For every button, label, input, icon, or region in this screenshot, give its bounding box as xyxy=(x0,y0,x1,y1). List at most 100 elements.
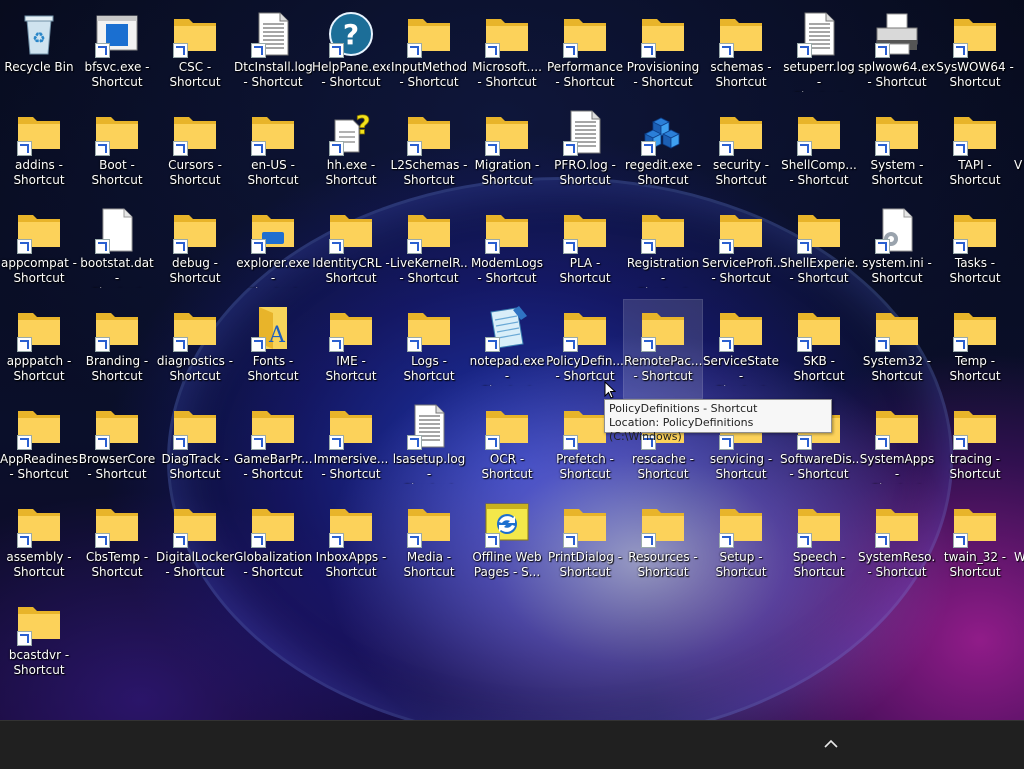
folder-icon xyxy=(795,500,843,548)
desktop-icon-fonts[interactable]: A Fonts - Shortcut xyxy=(234,300,312,398)
desktop-icon-label: TAPI - Shortcut xyxy=(949,158,1001,187)
desktop-icon-immersive[interactable]: Immersive... - Shortcut xyxy=(312,398,390,496)
desktop-icon-cursors[interactable]: Cursors - Shortcut xyxy=(156,104,234,202)
desktop-icon-tapi[interactable]: TAPI - Shortcut xyxy=(936,104,1014,202)
desktop-icon-en[interactable]: en-US - Shortcut xyxy=(234,104,312,202)
desktop-icon-pfro[interactable]: PFRO.log - Shortcut xyxy=(546,104,624,202)
shortcut-arrow-icon xyxy=(251,43,266,58)
desktop-icon-cbstemp[interactable]: CbsTemp - Shortcut xyxy=(78,496,156,594)
desktop-icon-l2schemas[interactable]: L2Schemas - Shortcut xyxy=(390,104,468,202)
desktop-icon-hh[interactable]: ? hh.exe - Shortcut xyxy=(312,104,390,202)
desktop-icon-provisioning[interactable]: Provisioning - Shortcut xyxy=(624,6,702,104)
desktop-icon-registration[interactable]: Registration - Shortcut xyxy=(624,202,702,300)
chevron-up-icon[interactable] xyxy=(821,736,841,752)
shortcut-arrow-icon xyxy=(17,533,32,548)
desktop-icon-systemreso[interactable]: SystemReso... - Shortcut xyxy=(858,496,936,594)
desktop-icon-splwow64[interactable]: splwow64.exe - Shortcut xyxy=(858,6,936,104)
desktop-icon-label: system.ini - Shortcut xyxy=(862,256,932,285)
desktop-icon-tasks[interactable]: Tasks - Shortcut xyxy=(936,202,1014,300)
desktop[interactable]: ♻ Recycle Bin bfsvc.exe - Shortcut CSC - Sh… xyxy=(0,0,1024,720)
desktop-icon-addins[interactable]: addins - Shortcut xyxy=(0,104,78,202)
desktop-icon-system32[interactable]: System32 - Shortcut xyxy=(858,300,936,398)
desktop-icon-label: System32 - Shortcut xyxy=(862,354,932,383)
desktop-icon-boot[interactable]: Boot - Shortcut xyxy=(78,104,156,202)
desktop-icon-ime[interactable]: IME - Shortcut xyxy=(312,300,390,398)
desktop-icon-regedit[interactable]: regedit.exe - Shortcut xyxy=(624,104,702,202)
desktop-icon-identitycrl[interactable]: IdentityCRL - Shortcut xyxy=(312,202,390,300)
desktop-icon-media[interactable]: Media - Shortcut xyxy=(390,496,468,594)
desktop-icon-pla[interactable]: PLA - Shortcut xyxy=(546,202,624,300)
desktop-icon-diagnostics[interactable]: diagnostics - Shortcut xyxy=(156,300,234,398)
desktop-icon-performance[interactable]: Performance - Shortcut xyxy=(546,6,624,104)
desktop-icon-label: IdentityCRL - Shortcut xyxy=(312,256,390,285)
desktop-icon-temp[interactable]: Temp - Shortcut xyxy=(936,300,1014,398)
desktop-icon-printdialog[interactable]: PrintDialog - Shortcut xyxy=(546,496,624,594)
desktop-icon-lsasetup[interactable]: lsasetup.log - Shortcut xyxy=(390,398,468,496)
desktop-icon-label: Boot - Shortcut xyxy=(91,158,143,187)
desktop-icon-label: Cursors - Shortcut xyxy=(168,158,222,187)
desktop-icon-microsoft[interactable]: Microsoft.... - Shortcut xyxy=(468,6,546,104)
desktop-icon-inputmethod[interactable]: InputMethod - Shortcut xyxy=(390,6,468,104)
desktop-icon-bfsvc[interactable]: bfsvc.exe - Shortcut xyxy=(78,6,156,104)
shortcut-arrow-icon xyxy=(953,533,968,548)
desktop-icon-explorer[interactable]: explorer.exe - Shortcut xyxy=(234,202,312,300)
shortcut-arrow-icon xyxy=(173,435,188,450)
desktop-icon-ocr[interactable]: OCR - Shortcut xyxy=(468,398,546,496)
desktop-icon-globalization[interactable]: Globalization - Shortcut xyxy=(234,496,312,594)
desktop-icon-schemas[interactable]: schemas - Shortcut xyxy=(702,6,780,104)
desktop-icon-tracing[interactable]: tracing - Shortcut xyxy=(936,398,1014,496)
desktop-icon-livekernelr[interactable]: LiveKernelR... - Shortcut xyxy=(390,202,468,300)
desktop-icon-resources[interactable]: Resources - Shortcut xyxy=(624,496,702,594)
desktop-icon-migration[interactable]: Migration - Shortcut xyxy=(468,104,546,202)
desktop-icon-servicestate[interactable]: ServiceState - Shortcut xyxy=(702,300,780,398)
regedit-icon xyxy=(639,108,687,156)
desktop-icon-assembly[interactable]: assembly - Shortcut xyxy=(0,496,78,594)
desktop-icon-system[interactable]: System - Shortcut xyxy=(858,104,936,202)
desktop-icon-recycle[interactable]: ♻ Recycle Bin xyxy=(0,6,78,104)
desktop-icon-gamebarpr[interactable]: GameBarPr... - Shortcut xyxy=(234,398,312,496)
shortcut-arrow-icon xyxy=(563,435,578,450)
desktop-icon-logs[interactable]: Logs - Shortcut xyxy=(390,300,468,398)
shortcut-arrow-icon xyxy=(953,141,968,156)
desktop-icon-dtcinstall[interactable]: DtcInstall.log - Shortcut xyxy=(234,6,312,104)
desktop-icon-helppane[interactable]: ? HelpPane.exe - Shortcut xyxy=(312,6,390,104)
desktop-icon-serviceprofi[interactable]: ServiceProfi... - Shortcut xyxy=(702,202,780,300)
desktop-icon-inboxapps[interactable]: InboxApps - Shortcut xyxy=(312,496,390,594)
desktop-icon-browsercore[interactable]: BrowserCore - Shortcut xyxy=(78,398,156,496)
desktop-icon-security[interactable]: security - Shortcut xyxy=(702,104,780,202)
desktop-icon-label: BrowserCore - Shortcut xyxy=(78,452,156,481)
desktop-icon-setuperr[interactable]: setuperr.log - Shortcut xyxy=(780,6,858,104)
desktop-icon-speech[interactable]: Speech - Shortcut xyxy=(780,496,858,594)
desktop-icon-shellexperie[interactable]: ShellExperie... - Shortcut xyxy=(780,202,858,300)
desktop-icon-debug[interactable]: debug - Shortcut xyxy=(156,202,234,300)
desktop-icon-csc[interactable]: CSC - Shortcut xyxy=(156,6,234,104)
desktop-icon-remotepac[interactable]: RemotePac... - Shortcut xyxy=(623,299,703,399)
desktop-icon-notepad[interactable]: notepad.exe - Shortcut xyxy=(468,300,546,398)
desktop-icon-shellcomp[interactable]: ShellComp... - Shortcut xyxy=(780,104,858,202)
desktop-icon-offline[interactable]: Offline Web Pages - S... xyxy=(468,496,546,594)
shortcut-arrow-icon xyxy=(251,141,266,156)
application-icon xyxy=(93,10,141,58)
desktop-icon-branding[interactable]: Branding - Shortcut xyxy=(78,300,156,398)
desktop-icon-label: lsasetup.log - Shortcut xyxy=(392,452,466,484)
desktop-icon-digitallocker[interactable]: DigitalLocker - Shortcut xyxy=(156,496,234,594)
desktop-icon-bcastdvr[interactable]: bcastdvr - Shortcut xyxy=(0,594,78,692)
desktop-icon-system[interactable]: system.ini - Shortcut xyxy=(858,202,936,300)
desktop-icon-diagtrack[interactable]: DiagTrack - Shortcut xyxy=(156,398,234,496)
desktop-icon-label: setuperr.log - Shortcut xyxy=(783,60,855,92)
desktop-icon-skb[interactable]: SKB - Shortcut xyxy=(780,300,858,398)
desktop-icon-setup[interactable]: Setup - Shortcut xyxy=(702,496,780,594)
desktop-icon-twain-32[interactable]: twain_32 - Shortcut xyxy=(936,496,1014,594)
shortcut-arrow-icon xyxy=(797,337,812,352)
desktop-icon-apppatch[interactable]: apppatch - Shortcut xyxy=(0,300,78,398)
desktop-icon-systemapps[interactable]: SystemApps - Shortcut xyxy=(858,398,936,496)
document-icon xyxy=(561,108,609,156)
desktop-icon-syswow64[interactable]: SysWOW64 - Shortcut xyxy=(936,6,1014,104)
svg-text:?: ? xyxy=(355,111,370,141)
desktop-icon-appreadiness[interactable]: AppReadiness - Shortcut xyxy=(0,398,78,496)
desktop-icon-bootstat[interactable]: bootstat.dat - Shortcut xyxy=(78,202,156,300)
desktop-icon-modemlogs[interactable]: ModemLogs - Shortcut xyxy=(468,202,546,300)
folder-icon xyxy=(561,500,609,548)
desktop-icon-appcompat[interactable]: appcompat - Shortcut xyxy=(0,202,78,300)
desktop-icon-label: IME - Shortcut xyxy=(325,354,377,383)
